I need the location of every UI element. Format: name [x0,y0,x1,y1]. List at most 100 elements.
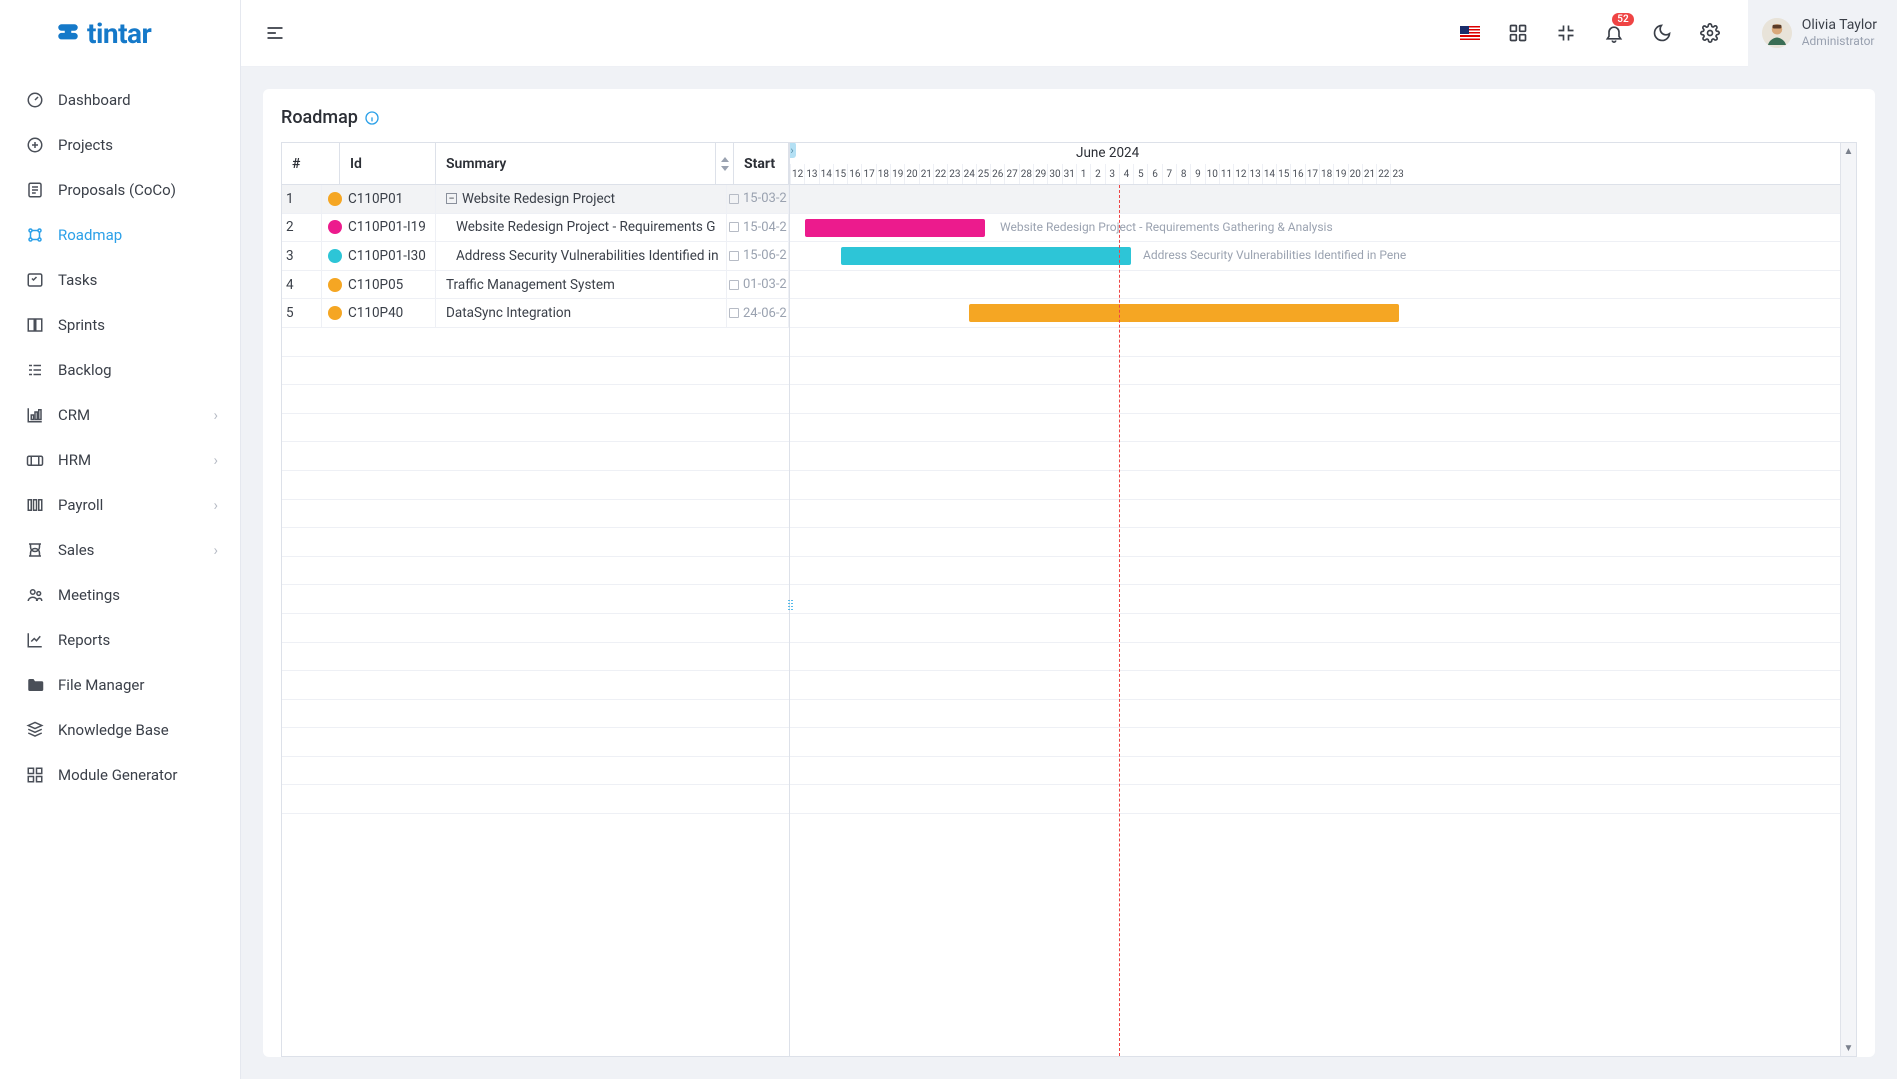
timeline-row[interactable] [790,357,1840,386]
sidebar-item-backlog[interactable]: Backlog [0,347,240,392]
timeline-row[interactable] [790,471,1840,500]
timeline-nav-pill[interactable]: ‹ › [790,143,796,158]
timeline-row[interactable] [790,185,1840,214]
timeline-row[interactable]: Address Security Vulnerabilities Identif… [790,242,1840,271]
table-row-empty [282,442,789,471]
sidebar-item-tasks[interactable]: Tasks [0,257,240,302]
sidebar-item-sales[interactable]: Sales› [0,527,240,572]
timeline-row[interactable] [790,442,1840,471]
table-row[interactable]: 4C110P05Traffic Management System01-03-2 [282,271,789,300]
sidebar-item-meetings[interactable]: Meetings [0,572,240,617]
col-header-id[interactable]: Id [340,143,436,184]
day-cell: 29 [1033,164,1047,184]
gantt-timeline: June 2024 121314151617181920212223242526… [790,143,1856,1056]
gantt-bar[interactable] [841,247,1131,265]
sidebar-item-crm[interactable]: CRM› [0,392,240,437]
timeline-row[interactable] [790,728,1840,757]
table-row[interactable]: 1C110P01−Website Redesign Project15-03-2 [282,185,789,214]
menu-toggle-icon[interactable] [265,23,285,43]
timeline-row[interactable] [790,299,1840,328]
day-cell: 18 [876,164,890,184]
day-cell: 21 [1362,164,1376,184]
row-number: 3 [282,242,322,270]
timeline-row[interactable]: Website Redesign Project - Requirements … [790,214,1840,243]
sidebar-item-hrm[interactable]: HRM› [0,437,240,482]
sidebar-item-module-generator[interactable]: Module Generator [0,752,240,797]
sidebar-item-sprints[interactable]: Sprints [0,302,240,347]
timeline-row[interactable] [790,557,1840,586]
language-flag-icon[interactable] [1460,23,1480,43]
gantt-bar[interactable] [805,219,985,237]
user-menu[interactable]: Olivia Taylor Administrator [1748,0,1897,67]
sidebar-item-roadmap[interactable]: Roadmap [0,212,240,257]
chevron-right-icon[interactable]: › [790,144,793,157]
checkbox-icon[interactable] [729,222,739,232]
timeline-row[interactable] [790,528,1840,557]
tasks-icon [26,271,44,289]
table-row[interactable]: 2C110P01-I19Website Redesign Project - R… [282,214,789,243]
sort-icon[interactable] [716,143,734,184]
timeline-row[interactable] [790,757,1840,786]
col-header-num[interactable]: # [282,143,340,184]
checkbox-icon[interactable] [729,194,739,204]
day-cell: 20 [1348,164,1362,184]
chevron-right-icon: › [213,451,218,469]
gantt-timeline-body[interactable]: Website Redesign Project - Requirements … [790,185,1840,1056]
day-cell: 23 [1390,164,1404,184]
gantt-bar-label: Website Redesign Project - Requirements … [1000,220,1333,234]
vertical-scrollbar[interactable]: ▲ ▼ [1840,143,1856,1056]
day-cell: 1 [1076,164,1090,184]
collapse-tree-icon[interactable]: − [446,193,457,204]
sidebar-item-label: Roadmap [58,226,122,244]
table-row[interactable]: 5C110P40DataSync Integration24-06-2 [282,299,789,328]
timeline-row[interactable] [790,785,1840,814]
timeline-row[interactable] [790,500,1840,529]
collapse-icon[interactable] [1556,23,1576,43]
day-cell: 14 [1262,164,1276,184]
timeline-row[interactable] [790,700,1840,729]
timeline-row[interactable] [790,328,1840,357]
table-row-empty [282,728,789,757]
backlog-icon [26,361,44,379]
status-dot [328,306,342,320]
timeline-row[interactable] [790,585,1840,614]
sidebar-item-knowledge-base[interactable]: Knowledge Base [0,707,240,752]
pane-splitter-icon[interactable] [788,600,793,611]
checkbox-icon[interactable] [729,251,739,261]
sidebar-item-file-manager[interactable]: File Manager [0,662,240,707]
settings-gear-icon[interactable] [1700,23,1720,43]
checkbox-icon[interactable] [729,280,739,290]
gantt-bar[interactable] [969,304,1399,322]
row-id: C110P40 [322,299,436,327]
timeline-row[interactable] [790,385,1840,414]
col-header-summary[interactable]: Summary [436,143,716,184]
brand-logo[interactable]: tintar [0,0,240,67]
timeline-row[interactable] [790,414,1840,443]
timeline-row[interactable] [790,643,1840,672]
sidebar-item-payroll[interactable]: Payroll› [0,482,240,527]
notifications-bell-icon[interactable]: 52 [1604,23,1624,43]
col-header-start[interactable]: Start [734,143,789,184]
day-cell: 6 [1147,164,1161,184]
scroll-up-icon[interactable]: ▲ [1841,143,1856,159]
sidebar-item-label: Proposals (CoCo) [58,181,176,199]
checkbox-icon[interactable] [729,308,739,318]
sidebar-item-proposals-coco-[interactable]: Proposals (CoCo) [0,167,240,212]
timeline-row[interactable] [790,671,1840,700]
day-cell: 8 [1176,164,1190,184]
roadmap-icon [26,226,44,244]
sidebar-item-projects[interactable]: Projects [0,122,240,167]
table-row[interactable]: 3C110P01-I30Address Security Vulnerabili… [282,242,789,271]
dark-mode-icon[interactable] [1652,23,1672,43]
sidebar-item-dashboard[interactable]: Dashboard [0,77,240,122]
gantt-table: # Id Summary Start 1C110P01−Website Rede… [282,143,790,1056]
day-cell: 19 [1333,164,1347,184]
info-icon[interactable] [364,110,380,126]
apps-grid-icon[interactable] [1508,23,1528,43]
sidebar-item-reports[interactable]: Reports [0,617,240,662]
row-summary: Address Security Vulnerabilities Identif… [436,242,727,270]
scroll-down-icon[interactable]: ▼ [1841,1040,1856,1056]
timeline-row[interactable] [790,271,1840,300]
timeline-row[interactable] [790,614,1840,643]
meetings-icon [26,586,44,604]
